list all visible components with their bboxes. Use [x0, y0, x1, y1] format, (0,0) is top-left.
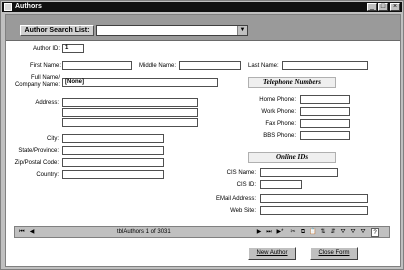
- new-record-icon[interactable]: ▶*: [275, 228, 285, 237]
- web-site-label: Web Site:: [230, 208, 256, 214]
- new-author-label: New Author: [256, 250, 288, 256]
- maximize-button[interactable]: □: [378, 3, 388, 11]
- state-label: State/Province:: [18, 148, 59, 154]
- middle-name-field[interactable]: [179, 61, 241, 70]
- dropdown-arrow-icon[interactable]: ▼: [237, 26, 247, 35]
- sort-descending-icon[interactable]: ⇵: [329, 228, 337, 237]
- telephone-numbers-heading: Telephone Numbers: [248, 77, 336, 88]
- work-phone-field[interactable]: [300, 107, 350, 116]
- new-author-button[interactable]: New Author: [248, 247, 296, 260]
- close-form-button[interactable]: Close Form: [310, 247, 358, 260]
- state-field[interactable]: [62, 146, 164, 155]
- first-record-icon[interactable]: ⏮: [18, 228, 26, 237]
- last-name-label: Last Name:: [248, 63, 279, 69]
- window-title: Authors: [15, 3, 42, 10]
- close-form-label: Close Form: [318, 250, 350, 256]
- record-navigation-bar: ⏮ ◀ tblAuthors 1 of 3031 ▶ ⏭ ▶* ✂ ⧉ 📋 ⇅ …: [14, 226, 390, 238]
- author-search-combo[interactable]: ▼: [96, 25, 248, 36]
- country-field[interactable]: [62, 170, 164, 179]
- work-phone-label: Work Phone:: [261, 109, 296, 115]
- address-label: Address:: [35, 100, 59, 106]
- close-window-button[interactable]: ×: [390, 3, 400, 11]
- last-name-field[interactable]: [282, 61, 368, 70]
- home-phone-field[interactable]: [300, 95, 350, 104]
- paste-icon[interactable]: 📋: [309, 228, 317, 237]
- zip-label: Zip/Postal Code:: [14, 160, 59, 166]
- cis-name-field[interactable]: [260, 168, 338, 177]
- filter-by-selection-icon[interactable]: ⛛: [339, 228, 347, 237]
- authors-form: Author Search List: ▼ Author ID: 1 First…: [5, 14, 401, 267]
- next-record-icon[interactable]: ▶: [255, 228, 263, 237]
- fax-phone-label: Fax Phone:: [265, 121, 296, 127]
- web-site-field[interactable]: [260, 206, 368, 215]
- author-id-field[interactable]: 1: [62, 44, 84, 53]
- full-name-field[interactable]: [None]: [62, 78, 218, 87]
- apply-filter-icon[interactable]: ⛛: [359, 228, 367, 237]
- author-id-label: Author ID:: [32, 46, 60, 52]
- previous-record-icon[interactable]: ◀: [28, 228, 36, 237]
- sort-ascending-icon[interactable]: ⇅: [319, 228, 327, 237]
- middle-name-label: Middle Name:: [139, 63, 177, 69]
- city-field[interactable]: [62, 134, 164, 143]
- last-record-icon[interactable]: ⏭: [265, 228, 273, 237]
- cis-id-label: CIS ID:: [236, 182, 256, 188]
- app-icon: [4, 3, 12, 11]
- email-label: EMail Address:: [215, 196, 256, 202]
- bbs-phone-label: BBS Phone:: [263, 133, 296, 139]
- full-name-label-line2: Company Name:: [14, 82, 60, 88]
- first-name-label: First Name:: [30, 63, 62, 69]
- address-line-2-field[interactable]: [62, 108, 198, 117]
- city-label: City:: [47, 136, 59, 142]
- cis-name-label: CIS Name:: [226, 170, 256, 176]
- address-line-1-field[interactable]: [62, 98, 198, 107]
- cut-icon[interactable]: ✂: [289, 228, 297, 237]
- full-name-label-line1: Full Name/: [30, 75, 60, 81]
- filter-by-form-icon[interactable]: ⛛: [349, 228, 357, 237]
- title-bar: Authors _ □ ×: [2, 2, 402, 12]
- minimize-button[interactable]: _: [367, 3, 377, 11]
- bbs-phone-field[interactable]: [300, 131, 350, 140]
- record-counter: tblAuthors 1 of 3031: [117, 229, 171, 235]
- address-line-3-field[interactable]: [62, 118, 198, 127]
- first-name-field[interactable]: [62, 61, 132, 70]
- author-search-label: Author Search List:: [20, 25, 94, 36]
- search-header: Author Search List: ▼: [6, 15, 400, 41]
- zip-field[interactable]: [62, 158, 164, 167]
- authors-window: Authors _ □ × Author Search List: ▼ Auth…: [0, 0, 404, 270]
- email-field[interactable]: [260, 194, 368, 203]
- copy-icon[interactable]: ⧉: [299, 228, 307, 237]
- cis-id-field[interactable]: [260, 180, 302, 189]
- online-ids-heading: Online IDs: [248, 152, 336, 163]
- home-phone-label: Home Phone:: [259, 97, 296, 103]
- help-icon[interactable]: ?: [371, 228, 379, 237]
- fax-phone-field[interactable]: [300, 119, 350, 128]
- country-label: Country:: [36, 172, 59, 178]
